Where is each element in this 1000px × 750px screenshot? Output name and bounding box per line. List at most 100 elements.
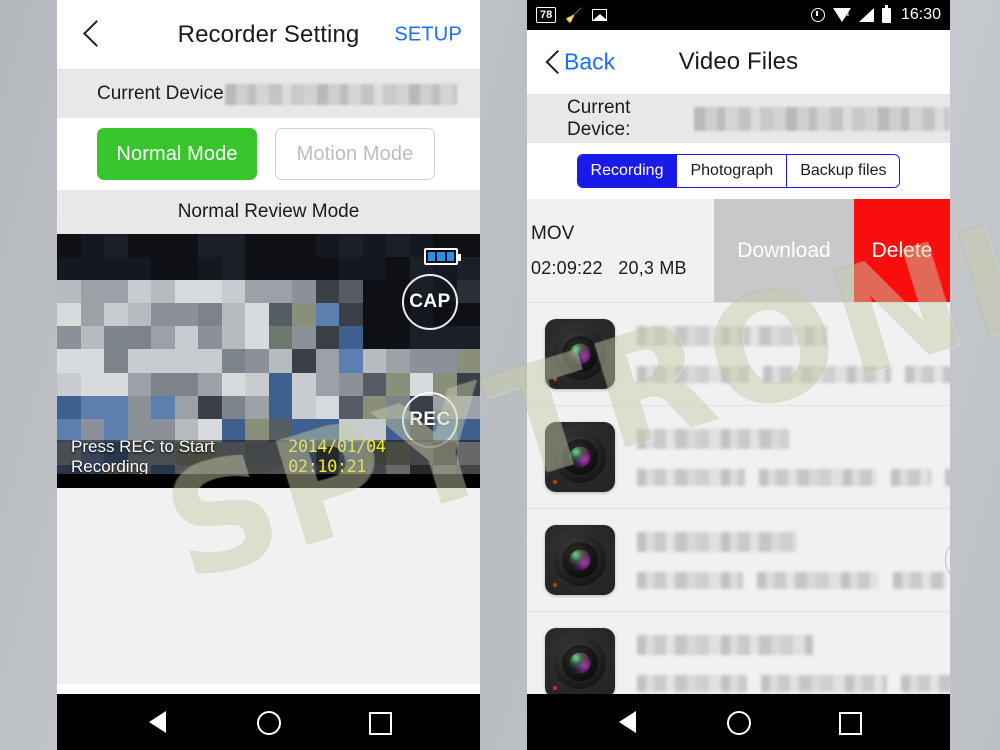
- camera-led-indicator: [553, 377, 557, 381]
- preview-caption-bar: Press REC to Start Recording 2014/01/04 …: [57, 437, 480, 477]
- mosaic-tile: [433, 326, 457, 350]
- mosaic-tile: [315, 372, 339, 396]
- current-device-label: Current Device:: [567, 97, 631, 140]
- mosaic-tile: [57, 349, 81, 373]
- mosaic-tile: [245, 280, 269, 304]
- preview-hint-text: Press REC to Start Recording: [71, 437, 215, 476]
- mosaic-tile: [315, 303, 339, 327]
- mosaic-tile: [104, 372, 128, 396]
- mosaic-tile: [104, 257, 128, 281]
- mosaic-tile: [245, 372, 269, 396]
- square-recents-icon[interactable]: [362, 705, 396, 739]
- mosaic-tile: [151, 303, 175, 327]
- current-device-bar: Current Device: [57, 70, 480, 118]
- file-title-redacted: [637, 325, 827, 346]
- mosaic-tile: [268, 372, 292, 396]
- triangle-back-icon[interactable]: [611, 705, 645, 739]
- mosaic-tile: [456, 303, 480, 327]
- table-row[interactable]: [527, 302, 950, 405]
- mosaic-tile: [456, 349, 480, 373]
- file-title-redacted: [637, 531, 797, 552]
- camera-led-indicator: [553, 583, 557, 587]
- tab-backup-files[interactable]: Backup files: [787, 155, 900, 187]
- file-meta: [615, 634, 950, 692]
- table-row[interactable]: [527, 405, 950, 508]
- back-button-label: Back: [564, 48, 616, 75]
- mosaic-tile: [292, 257, 316, 281]
- chevron-left-icon[interactable]: [79, 20, 109, 50]
- review-mode-label: Normal Review Mode: [57, 190, 480, 234]
- mosaic-tile: [362, 395, 386, 419]
- circle-home-icon[interactable]: [721, 705, 755, 739]
- mosaic-tile: [151, 280, 175, 304]
- mosaic-tile: [221, 349, 245, 373]
- circle-home-icon[interactable]: [251, 705, 285, 739]
- file-meta-redacted: [757, 571, 879, 589]
- back-button[interactable]: Back: [545, 49, 615, 76]
- mosaic-tile: [57, 257, 81, 281]
- mosaic-tile: [57, 326, 81, 350]
- mosaic-tile: [268, 326, 292, 350]
- mosaic-tile: [57, 303, 81, 327]
- mosaic-tile: [339, 280, 363, 304]
- file-meta-row: [637, 674, 950, 692]
- file-title-redacted: [637, 634, 813, 655]
- file-meta-redacted: [945, 468, 950, 486]
- file-meta-redacted: [759, 468, 877, 486]
- mosaic-tile: [127, 280, 151, 304]
- preview-bottom-letterbox: [57, 474, 480, 488]
- swipe-action-buttons: Download Delete: [714, 199, 950, 302]
- normal-mode-button[interactable]: Normal Mode: [97, 128, 257, 180]
- file-title-redacted: [637, 428, 789, 449]
- mosaic-tile: [198, 257, 222, 281]
- mosaic-tile: [456, 280, 480, 304]
- mosaic-tile: [433, 349, 457, 373]
- file-meta-row: [637, 571, 945, 589]
- mosaic-tile: [127, 372, 151, 396]
- mosaic-tile: [104, 303, 128, 327]
- tab-recording[interactable]: Recording: [577, 155, 678, 187]
- setup-button[interactable]: SETUP: [394, 23, 462, 46]
- tab-photograph[interactable]: Photograph: [677, 155, 788, 187]
- camera-lens-icon: [545, 525, 615, 595]
- table-row[interactable]: [527, 508, 950, 611]
- delete-button[interactable]: Delete: [854, 199, 950, 302]
- status-clock: 16:30: [900, 6, 941, 23]
- mosaic-tile: [292, 303, 316, 327]
- mosaic-tile: [127, 395, 151, 419]
- mosaic-tile: [315, 234, 339, 258]
- mosaic-tile: [221, 326, 245, 350]
- mosaic-tile: [456, 326, 480, 350]
- mosaic-tile: [174, 257, 198, 281]
- download-button[interactable]: Download: [714, 199, 854, 302]
- file-meta-redacted: [761, 674, 887, 692]
- mosaic-tile: [339, 234, 363, 258]
- motion-mode-button[interactable]: Motion Mode: [275, 128, 435, 180]
- capture-button[interactable]: CAP: [402, 274, 458, 330]
- file-meta-redacted: [905, 365, 950, 383]
- mosaic-tile: [127, 349, 151, 373]
- broom-icon: 🧹: [565, 7, 583, 23]
- square-recents-icon[interactable]: [832, 705, 866, 739]
- mosaic-tile: [362, 326, 386, 350]
- triangle-back-icon[interactable]: [141, 705, 175, 739]
- swiped-file-row[interactable]: MOV 02:09:22 20,3 MB Download Delete: [527, 199, 950, 302]
- mosaic-tile: [151, 257, 175, 281]
- mosaic-tile: [386, 257, 410, 281]
- mosaic-tile: [198, 349, 222, 373]
- left-phone-screen: Recorder Setting SETUP Current Device No…: [57, 0, 480, 750]
- mosaic-tile: [268, 395, 292, 419]
- mosaic-tile: [127, 234, 151, 258]
- swiped-file-name: MOV: [531, 222, 575, 244]
- swiped-file-info: MOV 02:09:22 20,3 MB: [527, 223, 687, 279]
- file-type-tabs: Recording Photograph Backup files: [527, 143, 950, 199]
- mosaic-tile: [57, 234, 81, 258]
- mosaic-tile: [339, 257, 363, 281]
- file-meta-redacted: [637, 468, 745, 486]
- video-preview[interactable]: CAP REC Press REC to Start Recording 201…: [57, 234, 480, 488]
- mosaic-tile: [198, 326, 222, 350]
- mosaic-tile: [80, 349, 104, 373]
- lock-open-icon[interactable]: [945, 536, 950, 584]
- mosaic-tile: [386, 234, 410, 258]
- mosaic-tile: [456, 372, 480, 396]
